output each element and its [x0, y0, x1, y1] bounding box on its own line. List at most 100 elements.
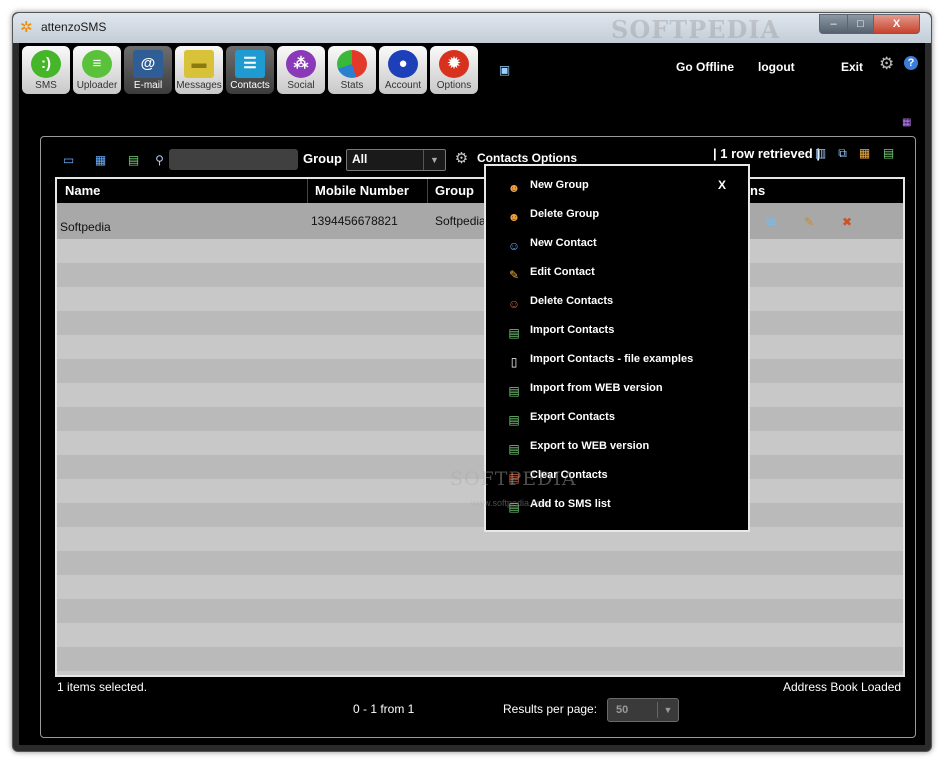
selection-status: 1 items selected.: [57, 680, 148, 694]
menu-item-label: Delete Group: [530, 208, 600, 220]
chevron-down-icon: ▼: [423, 150, 445, 170]
send-message-icon[interactable]: ✉: [763, 215, 779, 229]
menu-item-import-contacts[interactable]: ▤ Import Contacts: [506, 321, 726, 343]
messages-button[interactable]: ▬ Messages: [175, 46, 223, 94]
email-label: E-mail: [133, 80, 163, 91]
copy-icon[interactable]: ⧉: [835, 146, 850, 160]
delete-contact-row-icon[interactable]: ✖: [839, 215, 855, 229]
grid-view-icon[interactable]: ▦: [902, 117, 914, 129]
menu-watermark-url: www.softpedia.com: [471, 498, 549, 508]
empty-row: [57, 527, 903, 551]
add-document-icon[interactable]: ▤: [126, 153, 141, 167]
contact-mobile: 1394456678821: [311, 214, 398, 228]
menu-item-export-contacts[interactable]: ▤ Export Contacts: [506, 408, 726, 430]
options-button[interactable]: ✹ Options: [430, 46, 478, 94]
exit-link[interactable]: Exit: [841, 60, 863, 74]
menu-item-label: Export to WEB version: [530, 440, 650, 452]
column-header-actions[interactable]: ns: [750, 183, 765, 198]
menu-item-delete-contacts[interactable]: ☺ Delete Contacts: [506, 292, 726, 314]
column-header-name[interactable]: Name: [65, 183, 100, 198]
menu-item-file-examples[interactable]: ▯ Import Contacts - file examples: [506, 350, 726, 372]
empty-row: [57, 575, 903, 599]
help-icon[interactable]: ?: [904, 56, 918, 70]
account-user-icon: ●: [388, 50, 418, 78]
edit-contact-icon: ✎: [508, 268, 520, 282]
stats-label: Stats: [340, 80, 364, 91]
social-button[interactable]: ⁂ Social: [277, 46, 325, 94]
empty-row: [57, 431, 903, 455]
social-icon: ⁂: [286, 50, 316, 78]
window-title: attenzoSMS: [41, 20, 107, 34]
maximize-button[interactable]: □: [847, 14, 874, 34]
empty-row: [57, 311, 903, 335]
column-divider: [427, 179, 428, 203]
menu-item-import-web[interactable]: ▤ Import from WEB version: [506, 379, 726, 401]
print-icon[interactable]: ▥: [813, 146, 828, 160]
sms-label: SMS: [35, 80, 57, 91]
column-header-mobile[interactable]: Mobile Number: [315, 183, 409, 198]
search-input[interactable]: [169, 149, 298, 170]
empty-row: [57, 383, 903, 407]
email-envelope-icon: @: [133, 50, 163, 78]
contacts-table: Name Mobile Number Group ns Softpedia 13…: [55, 177, 905, 677]
file-examples-icon: ▯: [510, 355, 518, 369]
contact-name: Softpedia: [60, 220, 111, 234]
account-label: Account: [384, 80, 422, 91]
app-window: ✲ attenzoSMS SOFTPEDIA – □ X :) SMS ≡ Up…: [12, 12, 932, 752]
options-gear-icon: ✹: [439, 50, 469, 78]
table-row[interactable]: Softpedia 1394456678821 Softpedia ✉ ✎ ✖: [57, 203, 903, 239]
logout-link[interactable]: logout: [758, 60, 795, 74]
empty-row: [57, 623, 903, 647]
search-icon: ⚲: [155, 153, 164, 167]
empty-row: [57, 239, 903, 263]
contacts-button[interactable]: ☰ Contacts: [226, 46, 274, 94]
minimize-button[interactable]: –: [819, 14, 848, 34]
menu-item-new-contact[interactable]: ☺ New Contact: [506, 234, 726, 256]
menu-item-label: Import Contacts - file examples: [530, 353, 694, 365]
menu-item-delete-group[interactable]: ☻ Delete Group: [506, 205, 726, 227]
sms-button[interactable]: :) SMS: [22, 46, 70, 94]
column-header-group[interactable]: Group: [435, 183, 474, 198]
import-web-icon: ▤: [508, 384, 520, 398]
empty-row: [57, 335, 903, 359]
results-per-page-select[interactable]: 50 ▼: [607, 698, 679, 722]
messages-icon: ▬: [184, 50, 214, 78]
menu-item-label: New Group: [530, 179, 589, 191]
contact-group: Softpedia: [435, 214, 486, 228]
new-group-icon: ☻: [507, 181, 521, 195]
empty-row: [57, 359, 903, 383]
stats-button[interactable]: Stats: [328, 46, 376, 94]
menu-item-new-group[interactable]: ☻ New Group: [506, 176, 726, 198]
load-status: Address Book Loaded: [783, 680, 902, 694]
empty-row: [57, 287, 903, 311]
settings-gear-icon[interactable]: ⚙: [879, 54, 894, 74]
empty-row: [57, 263, 903, 287]
messages-label: Messages: [176, 80, 222, 91]
window-mini-icon[interactable]: ▣: [497, 63, 512, 77]
contacts-options-gear-icon[interactable]: ⚙: [454, 151, 469, 166]
empty-row: [57, 407, 903, 431]
menu-item-label: Delete Contacts: [530, 295, 614, 307]
uploader-button[interactable]: ≡ Uploader: [73, 46, 121, 94]
account-button[interactable]: ● Account: [379, 46, 427, 94]
delete-group-icon: ☻: [507, 210, 521, 224]
menu-item-export-web[interactable]: ▤ Export to WEB version: [506, 437, 726, 459]
columns-icon[interactable]: ▦: [857, 146, 872, 160]
view-window-icon[interactable]: ▭: [61, 153, 76, 167]
menu-watermark: SOFTPEDIA: [450, 468, 577, 490]
contacts-options-button[interactable]: Contacts Options: [477, 151, 577, 165]
app-logo-icon: ✲: [20, 19, 33, 36]
menu-item-label: Edit Contact: [530, 266, 595, 278]
group-select-value: All: [352, 152, 368, 166]
edit-contact-row-icon[interactable]: ✎: [801, 215, 817, 229]
email-button[interactable]: @ E-mail: [124, 46, 172, 94]
go-offline-link[interactable]: Go Offline: [676, 60, 734, 74]
close-window-button[interactable]: X: [873, 14, 920, 34]
group-label: Group: [303, 151, 342, 166]
export-icon[interactable]: ▤: [881, 146, 896, 160]
group-select[interactable]: All ▼: [346, 149, 446, 171]
menu-item-edit-contact[interactable]: ✎ Edit Contact: [506, 263, 726, 285]
empty-row: [57, 647, 903, 671]
title-bar[interactable]: ✲ attenzoSMS SOFTPEDIA – □ X: [13, 13, 931, 44]
calendar-icon[interactable]: ▦: [93, 153, 108, 167]
